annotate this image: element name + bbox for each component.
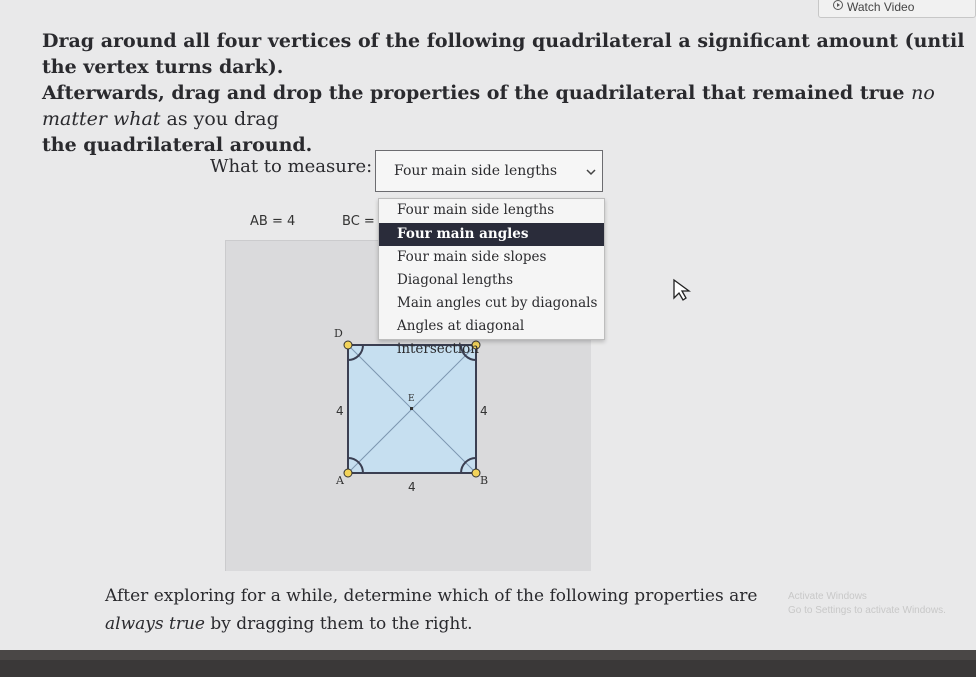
watch-video-label: Watch Video — [847, 0, 915, 14]
dropdown-option-side-slopes[interactable]: Four main side slopes — [379, 246, 604, 269]
measure-label: What to measure: — [210, 156, 373, 177]
instructions: Drag around all four vertices of the fol… — [42, 28, 972, 158]
ab-length-readout: AB = 4 — [250, 214, 296, 229]
chevron-down-icon — [586, 169, 596, 176]
footer-line-2: always true by dragging them to the righ… — [105, 614, 473, 634]
side-label-bottom: 4 — [408, 480, 416, 494]
activate-windows-watermark: Activate Windows Go to Settings to activ… — [788, 591, 946, 616]
bc-length-readout: BC = — [342, 214, 375, 229]
intersection-e — [410, 407, 413, 410]
instructions-line-1: Drag around all four vertices of the fol… — [42, 30, 965, 78]
instructions-line-2: Afterwards, drag and drop the properties… — [42, 82, 935, 130]
measure-select[interactable]: Four main side lengths — [375, 150, 603, 192]
label-e: E — [408, 394, 415, 404]
footer-line-1: After exploring for a while, determine w… — [105, 586, 758, 606]
play-icon — [833, 0, 843, 10]
measure-dropdown-menu: Four main side lengths Four main angles … — [378, 198, 605, 357]
vertex-b[interactable] — [471, 468, 481, 478]
mouse-cursor-icon — [673, 278, 691, 301]
measure-select-value: Four main side lengths — [394, 163, 558, 179]
vertex-a[interactable] — [343, 468, 353, 478]
label-a: A — [335, 474, 345, 487]
vertex-d[interactable] — [343, 340, 353, 350]
dropdown-option-diagonal-lengths[interactable]: Diagonal lengths — [379, 269, 604, 292]
side-label-left: 4 — [336, 404, 344, 418]
dropdown-option-angle-measurements[interactable]: Four main angles measurements — [379, 223, 604, 265]
side-label-right: 4 — [480, 404, 488, 418]
watch-video-button[interactable]: Watch Video — [818, 0, 976, 18]
taskbar — [0, 650, 976, 677]
dropdown-option-side-lengths[interactable]: Four main side lengths — [379, 199, 604, 222]
dropdown-option-angles-cut-by-diagonals[interactable]: Main angles cut by diagonals — [379, 292, 604, 315]
label-d: D — [334, 327, 343, 340]
label-b: B — [480, 474, 488, 487]
footer-prompt: After exploring for a while, determine w… — [105, 582, 757, 638]
dropdown-option-angles-at-intersection[interactable]: Angles at diagonal intersection — [379, 315, 604, 357]
